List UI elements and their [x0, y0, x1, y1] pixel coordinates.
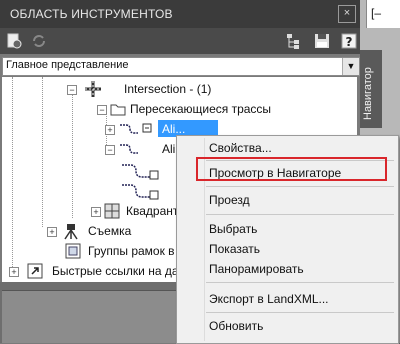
- menu-item-select[interactable]: Выбрать: [209, 222, 257, 236]
- alignment-icon: [122, 164, 159, 180]
- menu-separator: [206, 214, 394, 215]
- reference-icon: [142, 123, 152, 133]
- view-select-value: Главное представление: [6, 59, 129, 71]
- tree-item-label: Съемка: [88, 224, 132, 238]
- document-tab-label: [–: [371, 6, 382, 20]
- svg-text:?: ?: [346, 35, 353, 49]
- tree-view-icon[interactable]: [285, 32, 303, 50]
- expand-icon[interactable]: +: [91, 207, 101, 217]
- new-item-icon[interactable]: [5, 32, 23, 50]
- menu-item-flythrough[interactable]: Проезд: [209, 193, 250, 207]
- tree-item-label: Пересекающиеся трассы: [130, 102, 272, 116]
- refresh-icon[interactable]: [30, 32, 48, 50]
- tree-guide: [42, 77, 43, 227]
- collapse-icon[interactable]: −: [105, 145, 115, 155]
- tree-item-label: Группы рамок в: [88, 244, 175, 258]
- tab-navigator[interactable]: Навигатор: [360, 50, 382, 128]
- palette-titlebar: ОБЛАСТЬ ИНСТРУМЕНТОВ ×: [0, 0, 360, 28]
- alignment-icon: [120, 144, 138, 154]
- tree-guide: [72, 93, 73, 218]
- document-tab[interactable]: [–: [366, 0, 400, 28]
- menu-item-properties[interactable]: Свойства...: [209, 141, 272, 155]
- folder-icon: [110, 104, 126, 116]
- frame-group-icon: [65, 243, 81, 259]
- help-icon[interactable]: ?: [340, 32, 358, 50]
- menu-item-refresh[interactable]: Обновить: [209, 319, 263, 333]
- tree-item-label: Ali...: [162, 122, 186, 136]
- close-icon[interactable]: ×: [338, 5, 356, 23]
- view-select[interactable]: Главное представление ▼: [2, 57, 360, 76]
- menu-separator: [206, 186, 394, 187]
- save-icon[interactable]: [313, 32, 331, 50]
- menu-separator: [206, 282, 394, 283]
- collapse-icon[interactable]: −: [97, 105, 107, 115]
- tree-item-label: Intersection - (1): [124, 82, 212, 96]
- palette-title: ОБЛАСТЬ ИНСТРУМЕНТОВ: [10, 7, 173, 21]
- alignment-icon: [120, 124, 138, 134]
- intersection-icon: [85, 81, 101, 97]
- tab-navigator-label: Навигатор: [362, 67, 374, 120]
- shortcut-icon: [27, 263, 43, 279]
- collapse-icon[interactable]: −: [67, 85, 77, 95]
- alignment-icon: [122, 184, 159, 200]
- expand-icon[interactable]: +: [9, 267, 19, 277]
- menu-item-show[interactable]: Показать: [209, 242, 260, 256]
- toolbar: ?: [0, 28, 360, 54]
- menu-item-export-landxml[interactable]: Экспорт в LandXML...: [209, 292, 329, 306]
- expand-icon[interactable]: +: [105, 125, 115, 135]
- menu-item-pan[interactable]: Панорамировать: [209, 262, 304, 276]
- expand-icon[interactable]: +: [47, 227, 57, 237]
- tree-item-label: Быстрые ссылки на дан: [52, 264, 186, 278]
- tree-guide: [12, 77, 13, 267]
- chevron-down-icon[interactable]: ▼: [342, 58, 359, 75]
- highlight-box: [196, 157, 387, 181]
- quadrant-icon: [104, 203, 120, 219]
- menu-separator: [206, 312, 394, 313]
- survey-icon: [64, 224, 78, 240]
